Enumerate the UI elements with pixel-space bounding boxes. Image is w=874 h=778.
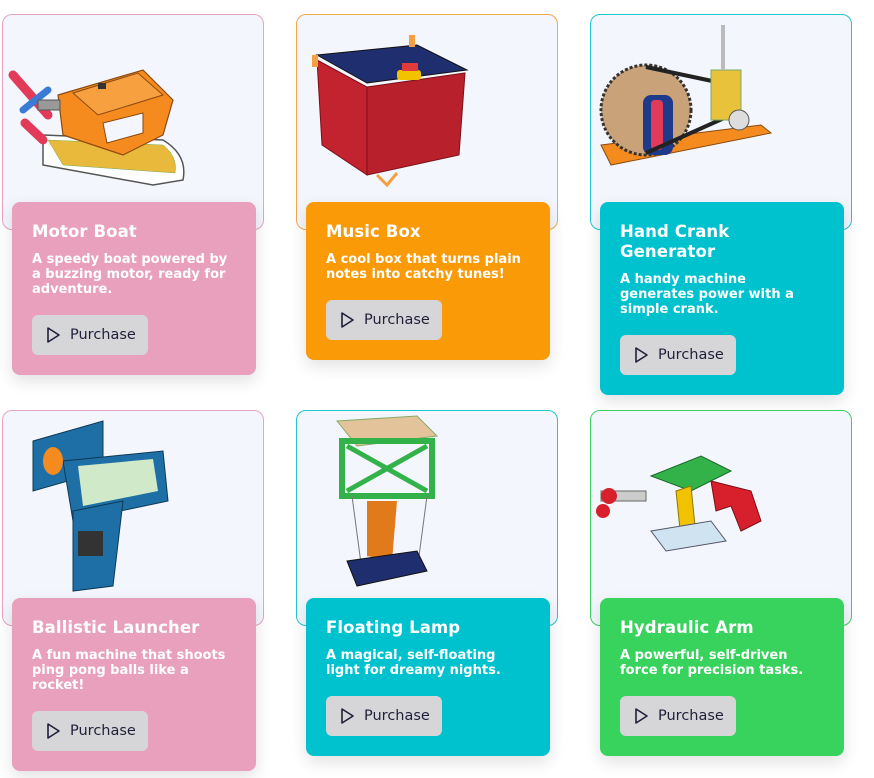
play-icon [44,722,62,740]
product-title: Music Box [326,222,421,241]
purchase-button[interactable]: Purchase [326,696,442,736]
purchase-button[interactable]: Purchase [32,315,148,355]
product-image-ballistic-launcher [2,410,264,626]
product-panel: Hand Crank Generator A handy machine gen… [600,202,844,395]
product-image-hydraulic-arm [590,410,852,626]
play-icon [338,707,356,725]
product-panel: Ballistic Launcher A fun machine that sh… [12,598,256,771]
purchase-label: Purchase [70,327,136,343]
product-panel: Music Box A cool box that turns plain no… [306,202,550,360]
purchase-label: Purchase [658,347,724,363]
purchase-label: Purchase [658,708,724,724]
play-icon [632,707,650,725]
product-image-motor-boat [2,14,264,230]
purchase-button[interactable]: Purchase [620,335,736,375]
purchase-button[interactable]: Purchase [326,300,442,340]
product-title: Hydraulic Arm [620,618,754,637]
product-description: A handy machine generates power with a s… [620,272,794,317]
play-icon [632,346,650,364]
purchase-button[interactable]: Purchase [620,696,736,736]
product-description: A cool box that turns plain notes into c… [326,252,521,282]
purchase-label: Purchase [364,312,430,328]
product-title: Ballistic Launcher [32,618,200,637]
product-panel: Floating Lamp A magical, self-floating l… [306,598,550,756]
product-title: Floating Lamp [326,618,461,637]
purchase-label: Purchase [364,708,430,724]
product-title: Hand Crank Generator [620,222,730,261]
product-description: A fun machine that shoots ping pong ball… [32,648,226,693]
product-panel: Motor Boat A speedy boat powered by a bu… [12,202,256,375]
product-panel: Hydraulic Arm A powerful, self-driven fo… [600,598,844,756]
product-description: A powerful, self-driven force for precis… [620,648,804,678]
purchase-label: Purchase [70,723,136,739]
product-image-hand-crank-generator [590,14,852,230]
product-image-music-box [296,14,558,230]
product-description: A speedy boat powered by a buzzing motor… [32,252,228,297]
purchase-button[interactable]: Purchase [32,711,148,751]
product-description: A magical, self-floating light for dream… [326,648,501,678]
play-icon [44,326,62,344]
product-title: Motor Boat [32,222,137,241]
product-image-floating-lamp [296,410,558,626]
play-icon [338,311,356,329]
